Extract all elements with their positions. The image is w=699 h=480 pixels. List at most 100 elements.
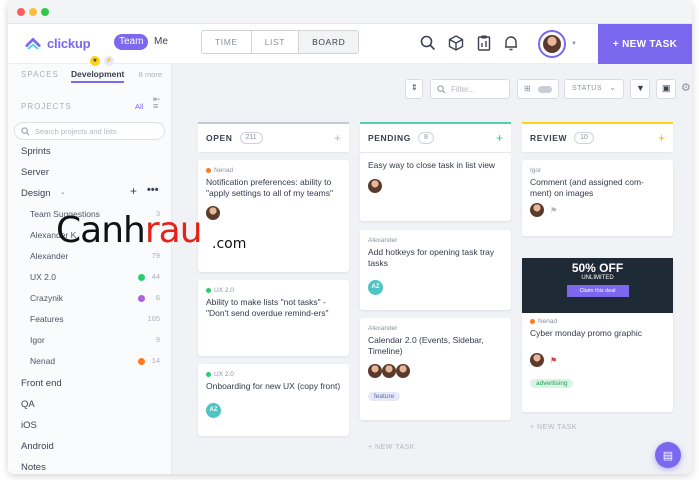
notepad-icon: ▤ [662, 449, 674, 462]
column-title: OPEN [206, 133, 233, 143]
tab-board[interactable]: BOARD [299, 31, 359, 53]
status-dot [206, 168, 211, 173]
project-server[interactable]: Server [21, 167, 49, 178]
notepad-button[interactable]: ▤ [655, 442, 681, 468]
card-list-name: UX 2.0 [214, 287, 234, 294]
user-avatar [543, 35, 561, 53]
task-card[interactable]: Easy way to close task in list view [360, 153, 511, 221]
add-list-icon[interactable]: + [130, 184, 137, 198]
status-dropdown[interactable]: STATUS ⌄ [564, 79, 624, 99]
task-card[interactable]: UX 2.0 Onboarding for new UX (copy front… [198, 364, 349, 436]
task-card[interactable]: Alexander Calendar 2.0 (Events, Sidebar,… [360, 318, 511, 420]
new-task-button[interactable]: + NEW TASK [598, 24, 692, 64]
avatar-ring[interactable] [538, 30, 566, 58]
avatar: AZ [368, 279, 383, 295]
spaces-label: SPACES [21, 70, 59, 79]
box-icon[interactable] [447, 34, 465, 52]
card-tags: feature [368, 385, 503, 403]
project-ios[interactable]: iOS [21, 420, 37, 431]
card-title: Comment (and assigned com-ment) on image… [530, 177, 644, 198]
list-item[interactable]: UX 2.0 [30, 272, 56, 282]
clickup-logo-icon [25, 37, 41, 50]
card-title: Add hotkeys for opening task tray tasks [368, 247, 495, 268]
avatar [382, 363, 396, 378]
avatar [530, 203, 544, 217]
list-item[interactable]: Crazynik [30, 293, 63, 303]
space-development[interactable]: Development [71, 69, 125, 83]
close-dot[interactable] [17, 8, 25, 16]
save-button[interactable]: ▣ [656, 79, 676, 99]
list-count: 105 [147, 314, 160, 323]
new-task-link[interactable]: + NEW TASK [530, 424, 577, 431]
team-toggle[interactable]: Team [114, 34, 149, 50]
list-count: 44 [151, 272, 160, 281]
filter-button[interactable]: ▼ [630, 79, 650, 99]
promo-button: Claim this deal [566, 285, 629, 297]
chevron-down-icon[interactable]: ⌄ [60, 188, 66, 196]
tab-time[interactable]: TIME [202, 31, 252, 53]
more-spaces-link[interactable]: 8 more [139, 70, 162, 79]
column-header: REVIEW 10 + [522, 122, 673, 152]
card-meta: Igor [530, 167, 542, 174]
project-design[interactable]: Design [21, 188, 51, 199]
tag-feature[interactable]: feature [368, 392, 401, 401]
chevron-down-icon[interactable]: ▼ [571, 41, 577, 47]
project-front-end[interactable]: Front end [21, 378, 62, 389]
card-meta: Nenad [530, 318, 665, 325]
watermark-suffix: .com [212, 236, 247, 252]
list-item[interactable]: Igor [30, 335, 45, 345]
project-notes[interactable]: Notes [21, 462, 46, 473]
avatar: AZ [206, 402, 221, 418]
list-item[interactable]: Nenad [30, 356, 55, 366]
list-item[interactable]: Alexander [30, 251, 68, 261]
card-list-name: UX 2.0 [214, 371, 234, 378]
minimize-dot[interactable] [29, 8, 37, 16]
sort-icon: ⇕ [411, 83, 418, 92]
promo-sub: UNLIMITED [581, 275, 614, 281]
task-card[interactable]: Igor Comment (and assigned com-ment) on … [522, 160, 673, 236]
task-card[interactable]: 50% OFF UNLIMITED Claim this deal Nenad … [522, 258, 673, 412]
new-task-link[interactable]: + NEW TASK [368, 444, 415, 451]
flag-icon[interactable]: ⚑ [550, 356, 557, 365]
window-titlebar [8, 0, 692, 24]
project-search[interactable]: Search projects and lists [14, 122, 165, 140]
tab-list[interactable]: LIST [252, 31, 300, 53]
list-count: 79 [151, 251, 160, 260]
all-projects-link[interactable]: All [135, 102, 143, 111]
logo-text: clickup [47, 35, 91, 51]
promo-headline: 50% OFF [571, 261, 624, 275]
clipboard-icon[interactable] [475, 34, 493, 52]
gear-icon[interactable]: ⚙ [681, 81, 691, 94]
task-card[interactable]: UX 2.0 Ability to make lists "not tasks"… [198, 280, 349, 356]
add-task-icon[interactable]: + [496, 131, 503, 145]
task-card[interactable]: Alexander Add hotkeys for opening task t… [360, 230, 511, 310]
list-count: 6 [155, 293, 160, 302]
column-title: REVIEW [530, 133, 568, 143]
sort-control[interactable]: ⇕ [405, 79, 423, 99]
collapse-icon[interactable]: ⇤ ≡ [153, 95, 161, 111]
add-task-icon[interactable]: + [334, 131, 341, 145]
subtask-toggle[interactable]: ⊞ [517, 79, 559, 99]
filter-input[interactable]: Filter... [430, 79, 510, 99]
card-assignees: AZ [368, 275, 503, 295]
column-count: 10 [574, 132, 594, 144]
status-dot [206, 372, 211, 377]
bell-icon[interactable] [502, 34, 520, 52]
flag-icon[interactable]: ⚑ [550, 206, 557, 215]
avatar [368, 178, 382, 193]
tag-advertising[interactable]: advertising [530, 379, 574, 388]
project-qa[interactable]: QA [21, 399, 35, 410]
project-sprints[interactable]: Sprints [21, 146, 51, 157]
list-item[interactable]: Features [30, 314, 64, 324]
card-meta: Alexander [368, 325, 398, 332]
logo[interactable]: clickup [24, 32, 91, 54]
column-count: 211 [239, 132, 263, 144]
search-icon[interactable] [419, 34, 437, 52]
me-toggle[interactable]: Me [149, 34, 173, 50]
more-icon[interactable]: ••• [147, 184, 159, 196]
card-assignees [206, 204, 341, 222]
task-card[interactable]: Nenad Notification preferences: ability … [198, 160, 349, 272]
add-task-icon[interactable]: + [658, 131, 665, 145]
project-android[interactable]: Android [21, 441, 54, 452]
maximize-dot[interactable] [41, 8, 49, 16]
